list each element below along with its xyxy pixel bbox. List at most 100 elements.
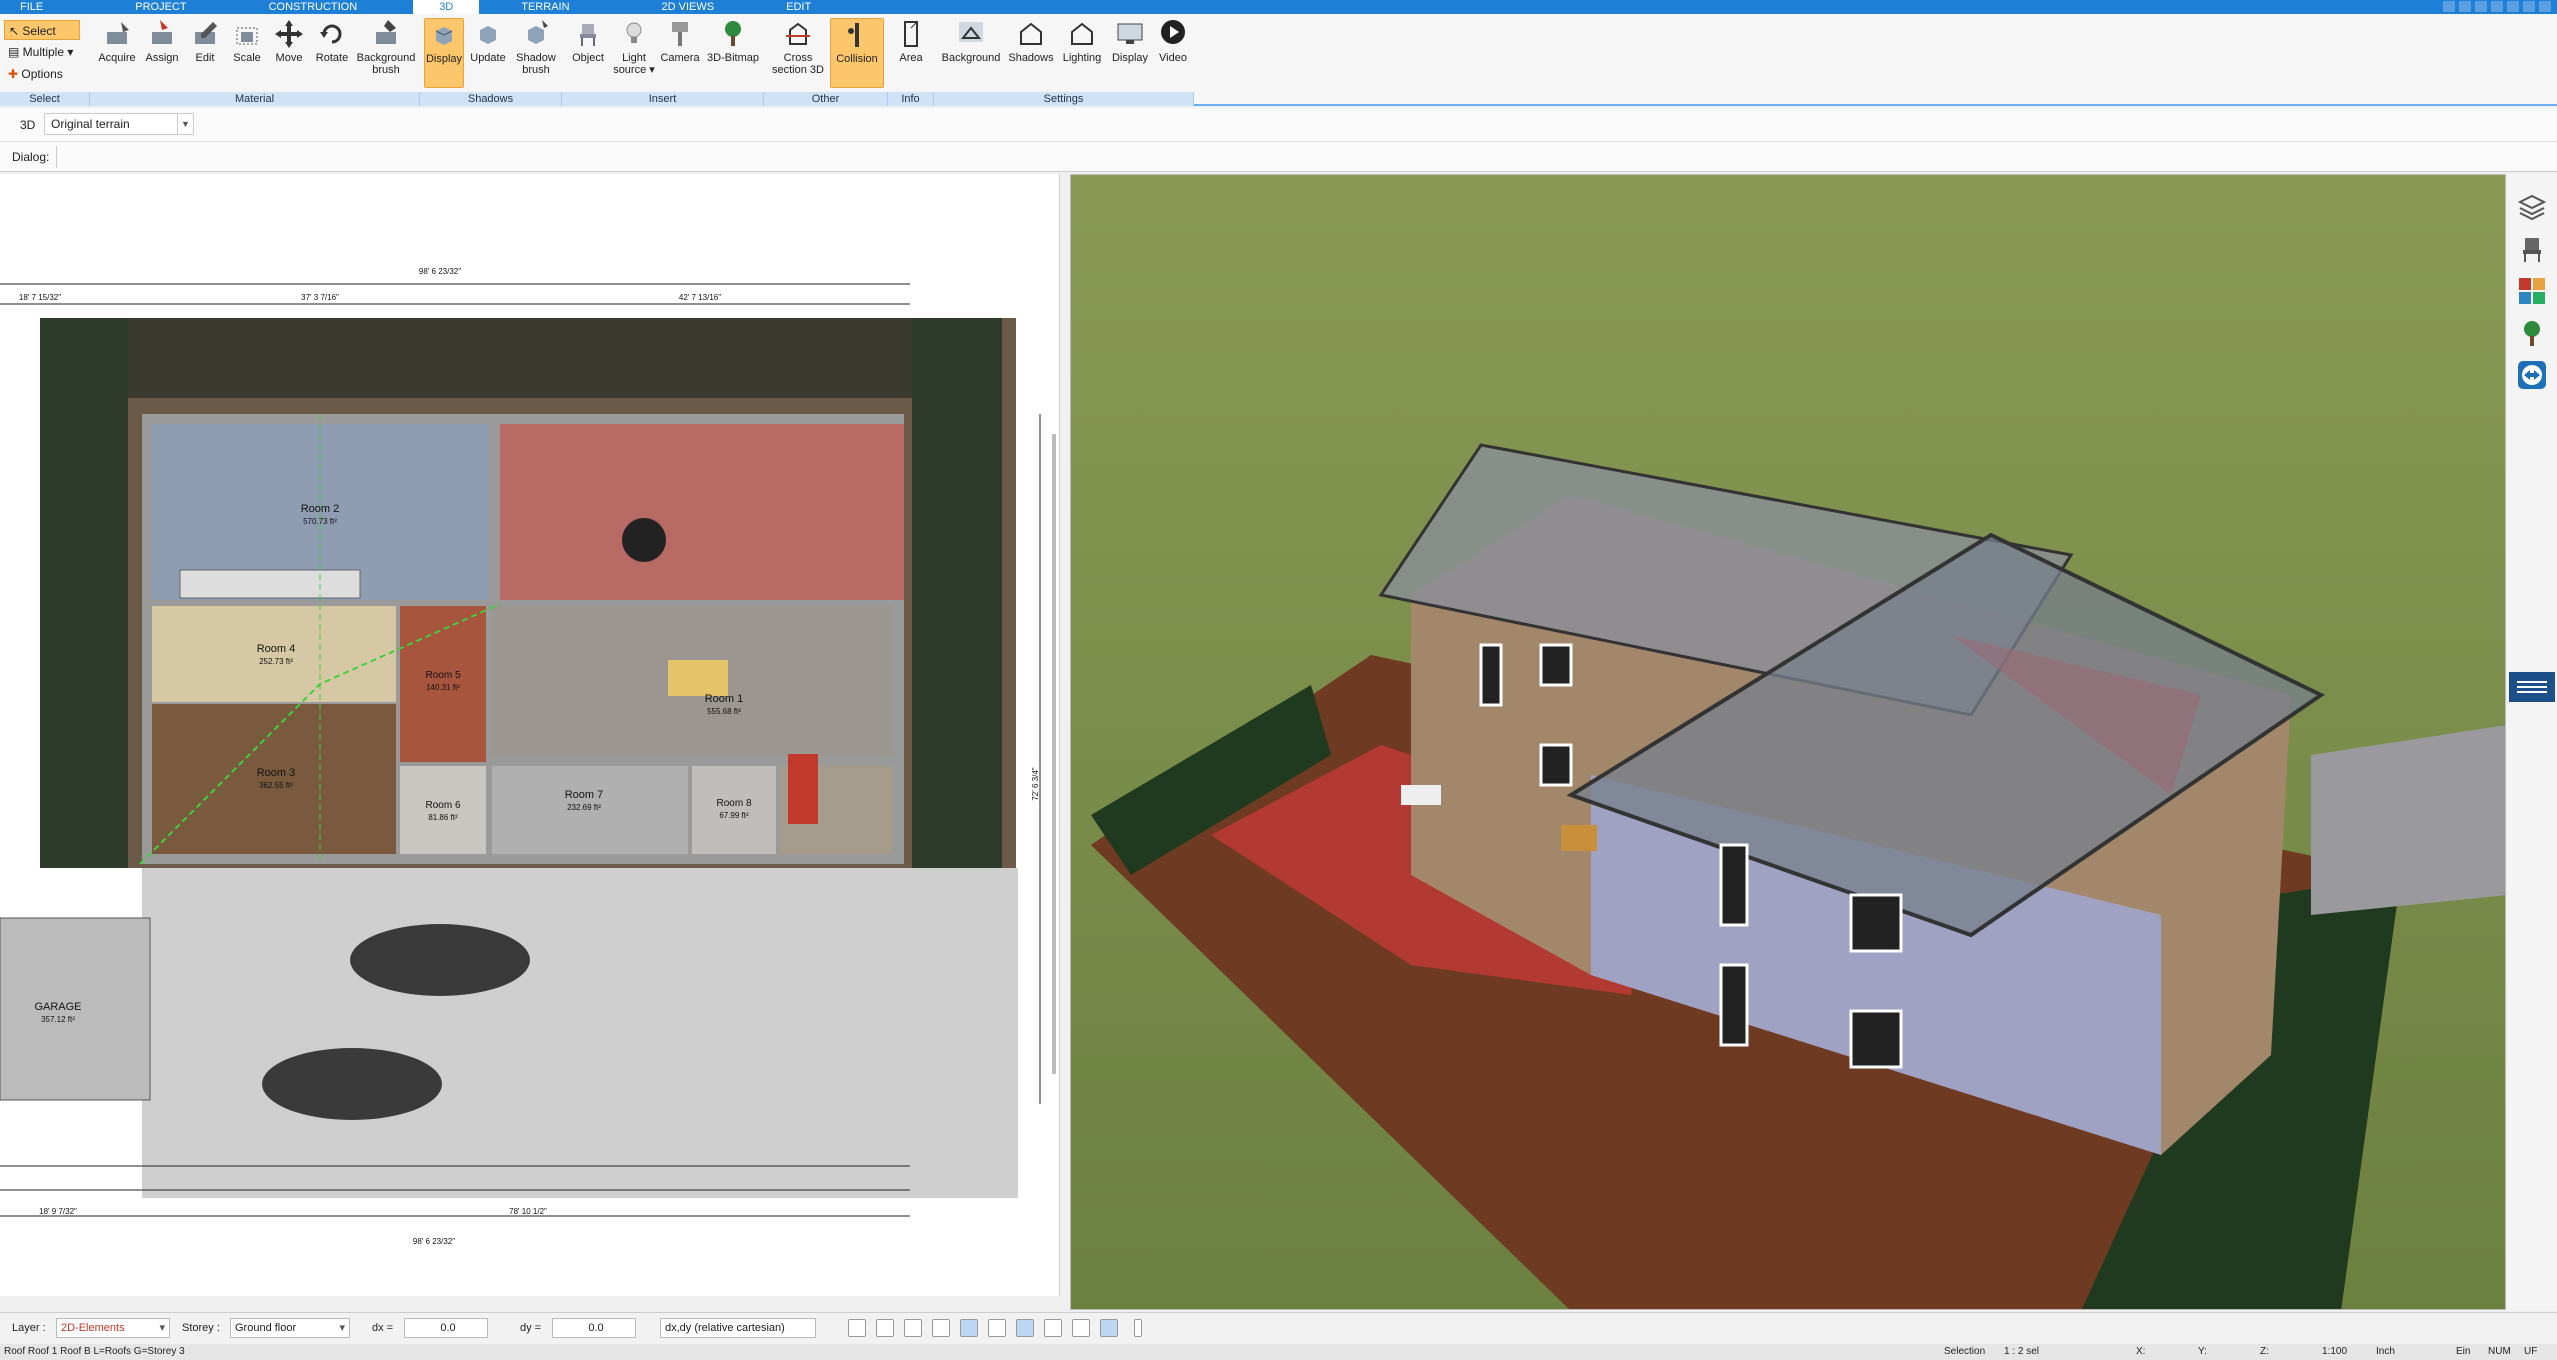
- acquire-button[interactable]: Acquire: [94, 18, 140, 88]
- room-label: Room 5: [425, 670, 460, 681]
- cross-section-icon: [786, 22, 810, 45]
- dimension-text: 72' 6 3/4": [1031, 767, 1040, 800]
- cube-brush-icon: [528, 20, 548, 44]
- group-info: Area Info: [888, 14, 934, 106]
- assign-button[interactable]: Assign: [140, 18, 184, 88]
- snap-icon[interactable]: [960, 1319, 978, 1337]
- car-1[interactable]: [350, 924, 530, 996]
- video-button[interactable]: Video: [1154, 18, 1192, 88]
- hedge-right: [912, 318, 1002, 868]
- room-3[interactable]: [152, 704, 396, 854]
- shadows-settings-button[interactable]: Shadows: [1006, 18, 1056, 88]
- dialog-bar: Dialog:: [0, 142, 2557, 172]
- snap-icon[interactable]: [1044, 1319, 1062, 1337]
- snap-icon[interactable]: [876, 1319, 894, 1337]
- layers-icon[interactable]: [2517, 192, 2547, 222]
- minimize-icon[interactable]: [2507, 1, 2519, 12]
- multiple-button[interactable]: ▤ Multiple ▾: [4, 42, 80, 62]
- bitmap-3d-button[interactable]: 3D-Bitmap: [704, 18, 762, 88]
- floor-plan-canvas[interactable]: Room 2 570.73 ft² Room 4 252.73 ft² Room…: [0, 174, 1060, 1296]
- rotate-button[interactable]: Rotate: [310, 18, 354, 88]
- shadow-display-button[interactable]: Display: [424, 18, 464, 88]
- cross-section-button[interactable]: Cross section 3D: [768, 18, 828, 88]
- tab-project[interactable]: PROJECT: [119, 0, 202, 14]
- tree-icon[interactable]: [2517, 318, 2547, 348]
- status-bar: Roof Roof 1 Roof B L=Roofs G=Storey 3 Se…: [0, 1344, 2557, 1360]
- maximize-icon[interactable]: [2523, 1, 2535, 12]
- dy-input[interactable]: 0.0: [552, 1318, 636, 1338]
- select-button[interactable]: ↖ Select: [4, 20, 80, 40]
- terrain-select[interactable]: Original terrain ▼: [44, 113, 194, 135]
- collision-button[interactable]: Collision: [830, 18, 884, 88]
- rotate-icon: [320, 24, 342, 44]
- tab-file[interactable]: FILE: [4, 0, 59, 14]
- more-icon[interactable]: [1134, 1319, 1142, 1337]
- help-icon[interactable]: [2491, 1, 2503, 12]
- window: [1849, 1009, 1903, 1069]
- lighting-settings-button[interactable]: Lighting: [1058, 18, 1106, 88]
- chevron-down-icon: ▼: [177, 114, 193, 134]
- grid-icon[interactable]: [1072, 1319, 1090, 1337]
- floor-plan-view[interactable]: Room 2 570.73 ft² Room 4 252.73 ft² Room…: [0, 174, 1060, 1296]
- edit-material-button[interactable]: Edit: [184, 18, 226, 88]
- group-insert: Object Light source ▾ Camera 3D-Bitmap I…: [562, 14, 764, 106]
- scale-button[interactable]: Scale: [226, 18, 268, 88]
- shadow-brush-button[interactable]: Shadow brush: [512, 18, 560, 88]
- tab-terrain[interactable]: TERRAIN: [505, 0, 585, 14]
- background-settings-button[interactable]: Background: [938, 18, 1004, 88]
- tab-edit[interactable]: EDIT: [770, 0, 827, 14]
- group-label: Shadows: [420, 92, 562, 106]
- dining-table[interactable]: [668, 660, 728, 696]
- storey-select[interactable]: Ground floor ▾: [230, 1318, 350, 1338]
- snap-icon[interactable]: [904, 1319, 922, 1337]
- coord-mode-select[interactable]: dx,dy (relative cartesian): [660, 1318, 816, 1338]
- insert-object-button[interactable]: Object: [566, 18, 610, 88]
- tool-icon[interactable]: [2443, 1, 2455, 12]
- ortho-icon[interactable]: [1100, 1319, 1118, 1337]
- snap-icon[interactable]: [932, 1319, 950, 1337]
- 3d-view[interactable]: [1070, 174, 2506, 1310]
- materials-icon[interactable]: [2517, 276, 2547, 306]
- tab-3d[interactable]: 3D: [413, 0, 480, 14]
- dx-input[interactable]: 0.0: [404, 1318, 488, 1338]
- hedge-top: [128, 318, 912, 398]
- armchair[interactable]: [788, 754, 818, 824]
- display-settings-button[interactable]: Display: [1108, 18, 1152, 88]
- patio-table[interactable]: [622, 518, 666, 562]
- background-brush-button[interactable]: Background brush: [354, 18, 418, 88]
- tab-construction[interactable]: CONSTRUCTION: [253, 0, 374, 14]
- menu-handle-icon[interactable]: [2509, 672, 2555, 702]
- house-shadow-icon: [1020, 22, 1042, 45]
- view-toolbar: 3D Original terrain ▼: [0, 108, 2557, 142]
- car-2[interactable]: [262, 1048, 442, 1120]
- brush-icon: [376, 20, 396, 44]
- shadow-update-button[interactable]: Update: [466, 18, 510, 88]
- chair-icon: [580, 24, 596, 46]
- tool-icon[interactable]: [2459, 1, 2471, 12]
- snap-icon[interactable]: [988, 1319, 1006, 1337]
- area-button[interactable]: Area: [890, 18, 932, 88]
- move-button[interactable]: Move: [268, 18, 310, 88]
- terrain-select-value: Original terrain: [51, 117, 130, 131]
- light-source-button[interactable]: Light source ▾: [612, 18, 656, 88]
- house-background-icon: [959, 22, 983, 42]
- clock-icon[interactable]: [848, 1319, 866, 1337]
- chair-icon[interactable]: [2517, 234, 2547, 264]
- tab-2d-views[interactable]: 2D VIEWS: [646, 0, 731, 14]
- layer-label: Layer :: [12, 1322, 46, 1334]
- group-shadows: Display Update Shadow brush Shadows: [420, 14, 562, 106]
- group-label: Select: [0, 92, 90, 106]
- teamviewer-icon[interactable]: [2517, 360, 2547, 390]
- dimension-text: 42' 7 13/16": [679, 293, 721, 302]
- camera-button[interactable]: Camera: [658, 18, 702, 88]
- options-button[interactable]: ✚ Options: [4, 64, 80, 84]
- vertical-scrollbar[interactable]: [1052, 434, 1056, 1074]
- room-8[interactable]: [692, 766, 776, 854]
- snap-icon[interactable]: [1016, 1319, 1034, 1337]
- tool-icon[interactable]: [2475, 1, 2487, 12]
- 3d-canvas[interactable]: [1071, 175, 2506, 1310]
- layer-select[interactable]: 2D-Elements ▾: [56, 1318, 170, 1338]
- stairs[interactable]: [179, 569, 361, 599]
- close-icon[interactable]: [2539, 1, 2551, 12]
- terrace[interactable]: [500, 424, 904, 600]
